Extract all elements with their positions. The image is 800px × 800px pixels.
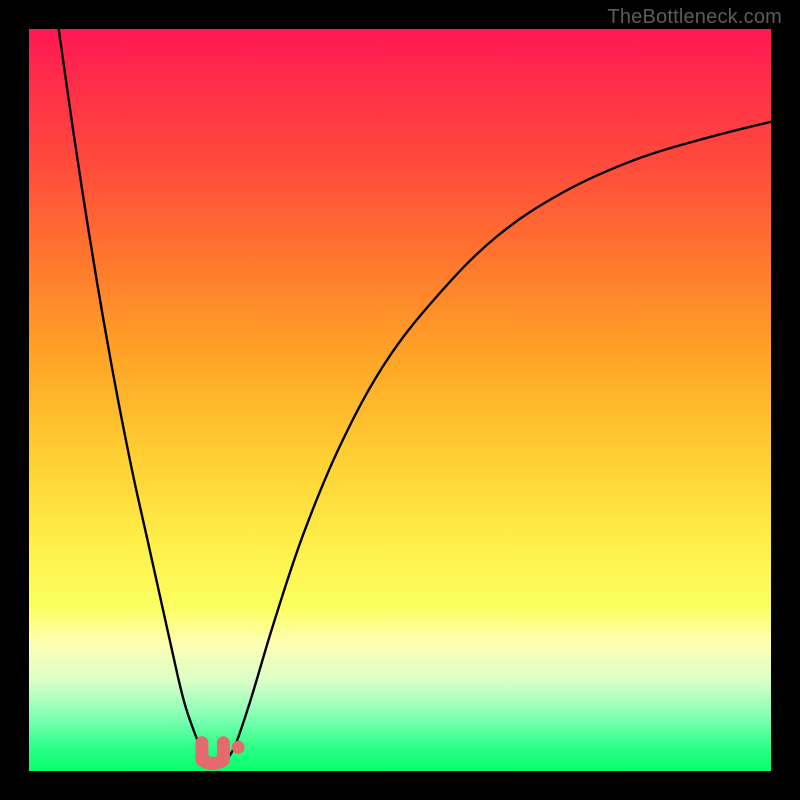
attribution-watermark: TheBottleneck.com xyxy=(607,6,782,29)
curve-layer xyxy=(29,29,771,771)
chart-frame: TheBottleneck.com xyxy=(0,0,800,800)
dip-marker-u xyxy=(202,743,224,764)
dip-marker-dot xyxy=(232,741,245,754)
plot-area xyxy=(29,29,771,771)
curve-left-branch xyxy=(59,29,215,760)
curve-right-branch xyxy=(229,122,771,756)
